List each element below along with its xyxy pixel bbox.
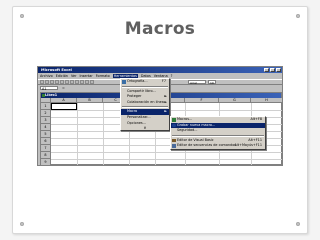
grid-line bbox=[103, 103, 104, 165]
column-header[interactable]: H bbox=[251, 98, 282, 103]
excel-icon bbox=[41, 93, 45, 97]
row-header[interactable]: 6 bbox=[41, 138, 51, 145]
open-icon[interactable] bbox=[45, 80, 49, 84]
row-header[interactable]: 4 bbox=[41, 124, 51, 131]
expand-menu-chevron-icon[interactable]: ¥ bbox=[121, 126, 169, 130]
row-header[interactable]: 3 bbox=[41, 117, 51, 124]
menu-separator bbox=[122, 106, 168, 109]
column-header[interactable]: G bbox=[219, 98, 251, 103]
spelling-icon bbox=[122, 80, 126, 84]
row-header[interactable]: 2 bbox=[41, 110, 51, 117]
play-icon bbox=[172, 118, 176, 122]
cut-icon[interactable] bbox=[70, 80, 74, 84]
tools-menu: Ortografía... F7 Compartir libro... Prot… bbox=[120, 78, 170, 132]
menu-ver[interactable]: Ver bbox=[71, 74, 77, 78]
record-icon bbox=[172, 123, 176, 128]
column-header[interactable]: F bbox=[185, 98, 219, 103]
font-select[interactable]: Arial bbox=[188, 79, 206, 85]
font-size-select[interactable]: 10 bbox=[208, 79, 216, 85]
menu-separator bbox=[122, 85, 168, 88]
grid-line bbox=[51, 152, 282, 153]
active-cell[interactable] bbox=[51, 103, 77, 110]
menu-help[interactable]: ? bbox=[171, 74, 173, 78]
preview-icon[interactable] bbox=[60, 80, 64, 84]
new-icon[interactable] bbox=[40, 80, 44, 84]
menu-archivo[interactable]: Archivo bbox=[40, 74, 53, 78]
row-header[interactable]: 7 bbox=[41, 145, 51, 152]
grid-line bbox=[51, 159, 282, 160]
corner-pin bbox=[296, 14, 300, 18]
save-icon[interactable] bbox=[50, 80, 54, 84]
formula-equals: = bbox=[62, 86, 65, 90]
corner-pin bbox=[20, 222, 24, 226]
copy-icon[interactable] bbox=[75, 80, 79, 84]
grid-line bbox=[77, 103, 78, 165]
name-box[interactable]: A1 bbox=[40, 85, 58, 91]
minimize-button[interactable] bbox=[264, 68, 269, 72]
corner-pin bbox=[20, 14, 24, 18]
visual-basic-icon bbox=[172, 138, 176, 143]
close-button[interactable] bbox=[276, 68, 281, 72]
menu-item-options[interactable]: Opciones... bbox=[121, 121, 169, 127]
excel-screenshot: Microsoft Excel Archivo Edición Ver Inse… bbox=[37, 66, 283, 166]
maximize-button[interactable] bbox=[270, 68, 275, 72]
redo-icon[interactable] bbox=[90, 80, 94, 84]
spelling-icon[interactable] bbox=[65, 80, 69, 84]
script-editor-icon bbox=[172, 144, 176, 148]
row-header[interactable]: 9 bbox=[41, 159, 51, 165]
menu-item-script-editor[interactable]: Editor de secuencias de comandos Alt+May… bbox=[171, 143, 265, 149]
print-icon[interactable] bbox=[55, 80, 59, 84]
menu-insertar[interactable]: Insertar bbox=[80, 74, 93, 78]
menu-edicion[interactable]: Edición bbox=[56, 74, 68, 78]
window-title: Microsoft Excel bbox=[41, 68, 72, 72]
paste-icon[interactable] bbox=[80, 80, 84, 84]
slide-title: Macros bbox=[124, 19, 196, 39]
workbook-title: Libro1 bbox=[45, 93, 58, 97]
menu-item-online-collaboration[interactable]: Colaboración en línea ► bbox=[121, 100, 169, 106]
undo-icon[interactable] bbox=[85, 80, 89, 84]
column-header[interactable]: B bbox=[77, 98, 103, 103]
menu-separator bbox=[172, 134, 264, 137]
row-header[interactable]: 1 bbox=[41, 103, 51, 110]
row-header[interactable]: 8 bbox=[41, 152, 51, 159]
corner-pin bbox=[296, 222, 300, 226]
macro-submenu: Macros... Alt+F8 Grabar nueva macro... S… bbox=[170, 116, 266, 150]
row-header[interactable]: 5 bbox=[41, 131, 51, 138]
menu-formato[interactable]: Formato bbox=[96, 74, 110, 78]
menu-item-security[interactable]: Seguridad... bbox=[171, 128, 265, 134]
window-controls bbox=[264, 68, 281, 72]
menu-item-spelling[interactable]: Ortografía... F7 bbox=[121, 79, 169, 85]
